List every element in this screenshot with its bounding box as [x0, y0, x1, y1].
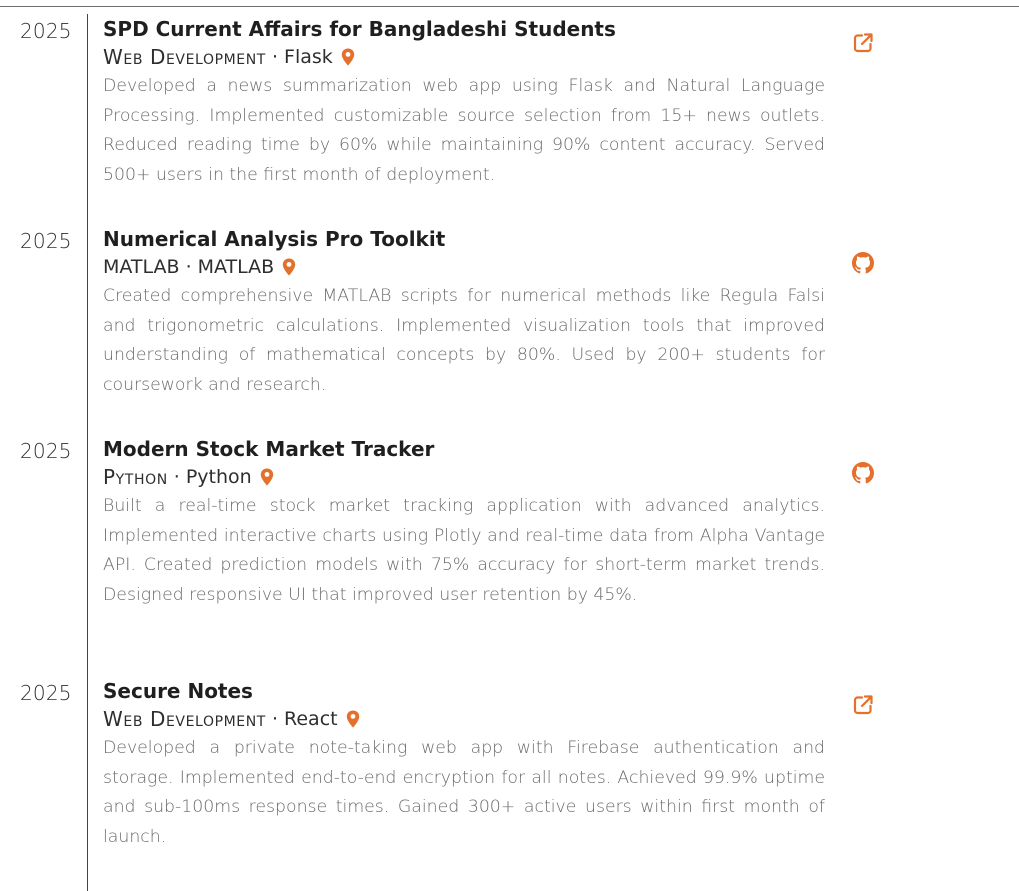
project-description: Built a real-time stock market tracking … [103, 496, 825, 605]
project-category: MATLAB [103, 256, 180, 278]
map-marker-icon [260, 467, 274, 486]
project-category: Python [103, 465, 168, 489]
project-year: 2025 [20, 439, 72, 463]
project-meta: Web Development · React [103, 706, 825, 732]
map-marker-icon [341, 47, 355, 66]
project-category: Web Development [103, 707, 266, 731]
project-entry: 2025 Modern Stock Market Tracker Python … [0, 434, 1019, 676]
project-body: SPD Current Affairs for Bangladeshi Stud… [103, 14, 825, 190]
project-category: Web Development [103, 45, 266, 69]
project-body: Secure Notes Web Development · React Dev… [103, 676, 825, 852]
project-body: Modern Stock Market Tracker Python · Pyt… [103, 434, 825, 610]
external-link-icon[interactable] [852, 694, 874, 716]
project-year: 2025 [20, 681, 72, 705]
project-entry: 2025 Secure Notes Web Development · Reac… [0, 676, 1019, 886]
external-link-icon[interactable] [852, 32, 874, 54]
project-description: Developed a private note-taking web app … [103, 738, 825, 847]
github-icon[interactable] [852, 252, 874, 274]
project-entry: 2025 SPD Current Affairs for Bangladeshi… [0, 14, 1019, 224]
project-year: 2025 [20, 229, 72, 253]
github-icon[interactable] [852, 462, 874, 484]
meta-separator: · [271, 46, 279, 68]
project-list: 2025 SPD Current Affairs for Bangladeshi… [0, 14, 1019, 886]
meta-separator: · [271, 708, 279, 730]
project-meta: Web Development · Flask [103, 44, 825, 70]
project-entry: 2025 Numerical Analysis Pro Toolkit MATL… [0, 224, 1019, 434]
project-year: 2025 [20, 19, 72, 43]
project-location: Python [185, 466, 252, 488]
map-marker-icon [282, 257, 296, 276]
project-meta: MATLAB · MATLAB [103, 254, 825, 280]
project-meta: Python · Python [103, 464, 825, 490]
project-title: Numerical Analysis Pro Toolkit [103, 227, 446, 251]
project-description: Developed a news summarization web app u… [103, 76, 825, 185]
project-title: Secure Notes [103, 679, 253, 703]
meta-separator: · [185, 256, 192, 278]
project-title: SPD Current Affairs for Bangladeshi Stud… [103, 17, 616, 41]
project-location: React [284, 708, 338, 730]
meta-separator: · [173, 466, 180, 488]
project-location: MATLAB [197, 256, 275, 278]
map-marker-icon [346, 709, 360, 728]
project-body: Numerical Analysis Pro Toolkit MATLAB · … [103, 224, 825, 400]
top-divider [0, 6, 1019, 7]
project-description: Created comprehensive MATLAB scripts for… [103, 286, 825, 395]
project-location: Flask [284, 46, 333, 68]
project-title: Modern Stock Market Tracker [103, 437, 435, 461]
